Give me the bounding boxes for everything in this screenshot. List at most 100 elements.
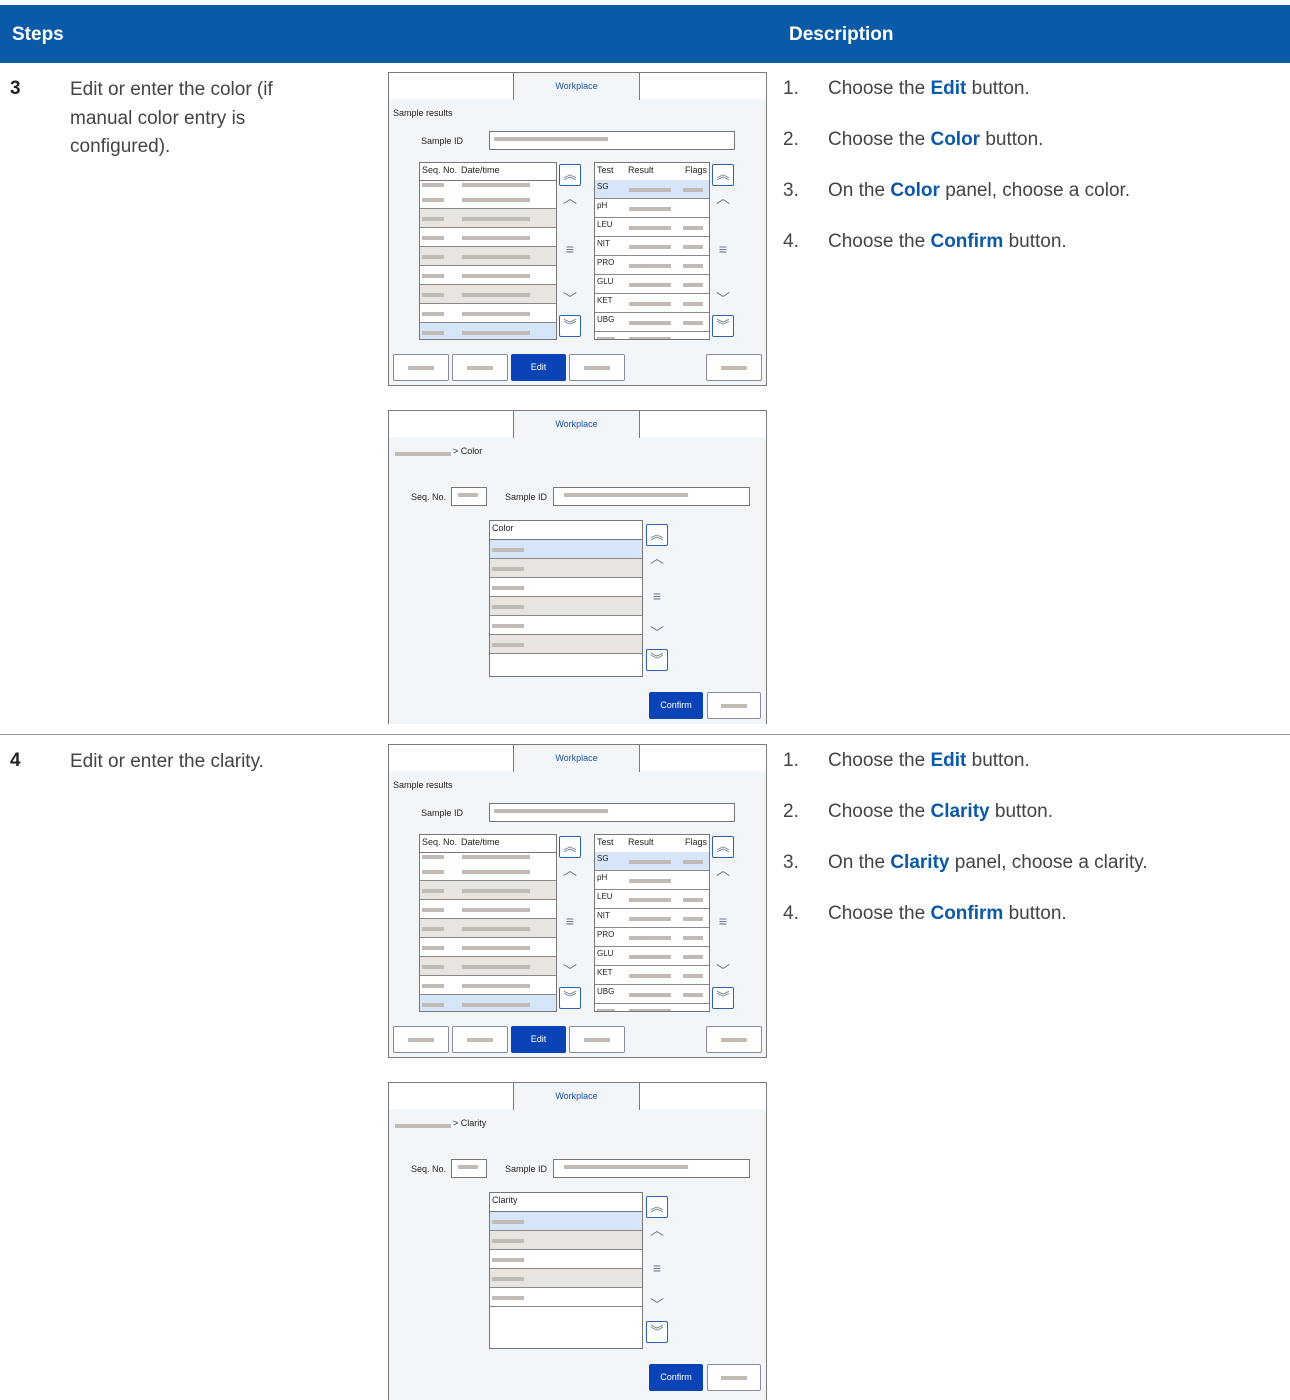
table-row[interactable] xyxy=(420,209,556,228)
list-item[interactable] xyxy=(490,1250,642,1269)
double-chevron-up-icon[interactable]: ︽ xyxy=(646,524,668,546)
action-button[interactable] xyxy=(393,1026,449,1053)
scrollbar[interactable]: ︽ ︿ ≡ ﹀ ︾ xyxy=(559,836,581,1009)
double-chevron-down-icon[interactable]: ︾ xyxy=(559,315,581,337)
scroll-thumb-icon[interactable]: ≡ xyxy=(559,241,581,257)
test-results-list[interactable]: Test Result Flags SG pH LEU NIT PRO GLU KET UBG xyxy=(594,162,710,340)
table-row[interactable] xyxy=(420,247,556,266)
scroll-thumb-icon[interactable]: ≡ xyxy=(559,913,581,929)
table-row[interactable]: KET xyxy=(595,294,709,313)
chevron-down-icon[interactable]: ﹀ xyxy=(559,961,581,981)
table-row[interactable]: pH xyxy=(595,199,709,218)
chevron-down-icon[interactable]: ﹀ xyxy=(646,623,668,643)
scroll-thumb-icon[interactable]: ≡ xyxy=(712,241,734,257)
sample-id-field[interactable] xyxy=(553,1159,750,1178)
cancel-button[interactable] xyxy=(707,1364,761,1391)
chevron-down-icon[interactable]: ﹀ xyxy=(712,961,734,981)
table-row[interactable]: LEU xyxy=(595,890,709,909)
table-row[interactable]: LEU xyxy=(595,218,709,237)
tab-workplace[interactable]: Workplace xyxy=(513,745,640,772)
action-button[interactable] xyxy=(393,354,449,381)
seq-no-field[interactable] xyxy=(451,487,487,506)
edit-button[interactable]: Edit xyxy=(511,1026,566,1053)
double-chevron-down-icon[interactable]: ︾ xyxy=(559,987,581,1009)
table-row[interactable]: KET xyxy=(595,966,709,985)
table-row[interactable]: NIT xyxy=(595,237,709,256)
double-chevron-up-icon[interactable]: ︽ xyxy=(559,164,581,186)
table-row[interactable]: UBG xyxy=(595,313,709,332)
edit-button[interactable]: Edit xyxy=(511,354,566,381)
table-row[interactable] xyxy=(420,938,556,957)
chevron-up-icon[interactable]: ︿ xyxy=(712,188,734,208)
table-row[interactable] xyxy=(420,976,556,995)
action-button[interactable] xyxy=(569,1026,625,1053)
table-row[interactable]: SG xyxy=(595,852,709,871)
double-chevron-up-icon[interactable]: ︽ xyxy=(712,836,734,858)
chevron-up-icon[interactable]: ︿ xyxy=(646,548,668,568)
table-row[interactable] xyxy=(420,304,556,323)
table-row[interactable] xyxy=(420,323,556,339)
cancel-button[interactable] xyxy=(707,692,761,719)
list-item[interactable] xyxy=(490,1269,642,1288)
list-item[interactable] xyxy=(490,597,642,616)
sample-id-field[interactable] xyxy=(489,803,735,822)
table-row[interactable] xyxy=(420,881,556,900)
table-row[interactable]: pH xyxy=(595,871,709,890)
table-row[interactable] xyxy=(420,862,556,881)
seq-no-field[interactable] xyxy=(451,1159,487,1178)
double-chevron-up-icon[interactable]: ︽ xyxy=(646,1196,668,1218)
scrollbar[interactable]: ︽ ︿ ≡ ﹀ ︾ xyxy=(646,524,668,671)
table-row[interactable]: SG xyxy=(595,180,709,199)
list-item[interactable] xyxy=(490,559,642,578)
double-chevron-up-icon[interactable]: ︽ xyxy=(712,164,734,186)
list-item[interactable] xyxy=(490,578,642,597)
scrollbar[interactable]: ︽ ︿ ≡ ﹀ ︾ xyxy=(712,164,734,337)
action-button[interactable] xyxy=(706,354,762,381)
action-button[interactable] xyxy=(569,354,625,381)
sample-id-field[interactable] xyxy=(553,487,750,506)
table-row[interactable] xyxy=(420,266,556,285)
scroll-thumb-icon[interactable]: ≡ xyxy=(646,588,668,604)
confirm-button[interactable]: Confirm xyxy=(649,692,703,719)
table-row[interactable] xyxy=(420,228,556,247)
chevron-down-icon[interactable]: ﹀ xyxy=(559,289,581,309)
scrollbar[interactable]: ︽ ︿ ≡ ﹀ ︾ xyxy=(646,1196,668,1343)
table-row[interactable] xyxy=(420,900,556,919)
confirm-button[interactable]: Confirm xyxy=(649,1364,703,1391)
table-row[interactable]: PRO xyxy=(595,928,709,947)
list-item[interactable] xyxy=(490,540,642,559)
sample-list[interactable]: Seq. No. Date/time xyxy=(419,834,557,1012)
chevron-up-icon[interactable]: ︿ xyxy=(559,860,581,880)
tab-workplace[interactable]: Workplace xyxy=(513,1083,640,1110)
list-item[interactable] xyxy=(490,616,642,635)
tab-workplace[interactable]: Workplace xyxy=(513,73,640,100)
list-item[interactable] xyxy=(490,1231,642,1250)
test-results-list[interactable]: Test Result Flags SG pH LEU NIT PRO GLU KET UBG xyxy=(594,834,710,1012)
table-row[interactable]: GLU xyxy=(595,947,709,966)
list-item[interactable] xyxy=(490,1212,642,1231)
table-row[interactable]: GLU xyxy=(595,275,709,294)
chevron-up-icon[interactable]: ︿ xyxy=(559,188,581,208)
chevron-down-icon[interactable]: ﹀ xyxy=(712,289,734,309)
double-chevron-down-icon[interactable]: ︾ xyxy=(712,315,734,337)
chevron-up-icon[interactable]: ︿ xyxy=(712,860,734,880)
chevron-up-icon[interactable]: ︿ xyxy=(646,1220,668,1240)
list-item[interactable] xyxy=(490,1288,642,1307)
scroll-thumb-icon[interactable]: ≡ xyxy=(712,913,734,929)
sample-list[interactable]: Seq. No. Date/time xyxy=(419,162,557,340)
scroll-thumb-icon[interactable]: ≡ xyxy=(646,1260,668,1276)
sample-id-field[interactable] xyxy=(489,131,735,150)
scrollbar[interactable]: ︽ ︿ ≡ ﹀ ︾ xyxy=(712,836,734,1009)
double-chevron-down-icon[interactable]: ︾ xyxy=(646,1321,668,1343)
list-item[interactable] xyxy=(490,635,642,654)
double-chevron-up-icon[interactable]: ︽ xyxy=(559,836,581,858)
double-chevron-down-icon[interactable]: ︾ xyxy=(646,649,668,671)
table-row[interactable] xyxy=(420,919,556,938)
action-button[interactable] xyxy=(452,1026,508,1053)
double-chevron-down-icon[interactable]: ︾ xyxy=(712,987,734,1009)
table-row[interactable] xyxy=(420,957,556,976)
table-row[interactable] xyxy=(420,190,556,209)
option-list[interactable]: Color xyxy=(489,520,643,677)
table-row[interactable]: UBG xyxy=(595,985,709,1004)
table-row[interactable] xyxy=(420,995,556,1011)
